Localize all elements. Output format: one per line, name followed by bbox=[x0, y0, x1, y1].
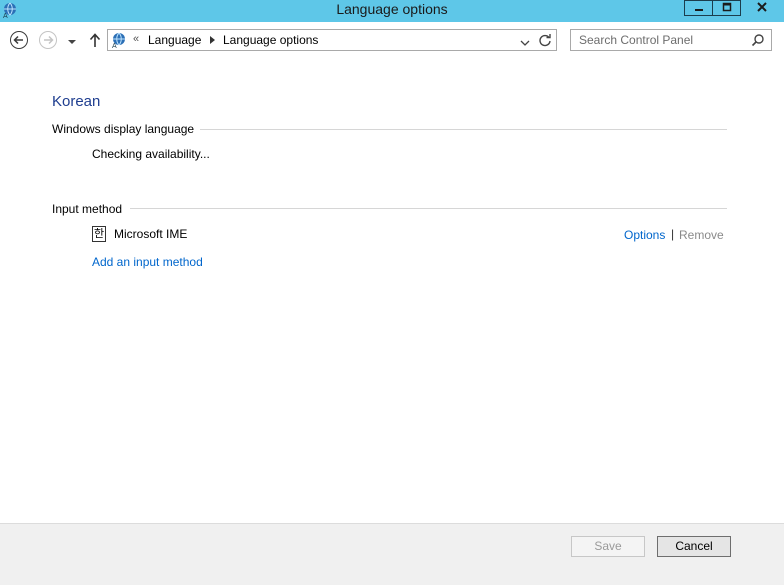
minimize-icon bbox=[694, 1, 704, 15]
close-icon bbox=[756, 1, 768, 16]
forward-arrow-icon bbox=[38, 30, 58, 53]
window-title: Language options bbox=[336, 1, 448, 17]
input-method-name: Microsoft IME bbox=[114, 227, 188, 241]
back-button[interactable] bbox=[9, 30, 29, 53]
up-button[interactable] bbox=[87, 32, 103, 50]
navigation-bar: A « Language Language options Search Con… bbox=[0, 26, 784, 56]
breadcrumb-item-language-options[interactable]: Language options bbox=[223, 33, 318, 47]
korean-ime-icon: 한 bbox=[92, 226, 106, 242]
input-method-row: 한 Microsoft IME Options | Remove bbox=[92, 226, 728, 244]
breadcrumb-item-language[interactable]: Language bbox=[148, 33, 201, 47]
link-separator: | bbox=[671, 227, 675, 241]
breadcrumb-overflow[interactable]: « bbox=[133, 33, 139, 45]
availability-status: Checking availability... bbox=[92, 147, 210, 161]
add-input-method-link[interactable]: Add an input method bbox=[92, 255, 203, 269]
chevron-down-icon bbox=[519, 36, 531, 50]
search-placeholder: Search Control Panel bbox=[579, 33, 694, 47]
back-arrow-icon bbox=[9, 30, 29, 53]
minimize-button[interactable] bbox=[684, 0, 713, 16]
svg-text:A: A bbox=[112, 43, 117, 49]
maximize-button[interactable] bbox=[712, 0, 741, 16]
language-control-panel-icon: A bbox=[111, 31, 129, 50]
address-bar[interactable]: A « Language Language options bbox=[107, 29, 557, 51]
language-title: Korean bbox=[52, 93, 101, 110]
title-bar: A Language options bbox=[0, 0, 784, 22]
input-method-heading: Input method bbox=[52, 202, 129, 216]
forward-button[interactable] bbox=[38, 30, 58, 53]
search-input[interactable]: Search Control Panel bbox=[570, 29, 772, 51]
save-button[interactable]: Save bbox=[571, 536, 645, 557]
chevron-down-icon bbox=[67, 34, 77, 48]
address-dropdown-button[interactable] bbox=[519, 36, 531, 46]
refresh-button[interactable] bbox=[538, 33, 552, 47]
section-divider bbox=[130, 208, 727, 209]
section-divider bbox=[200, 129, 727, 130]
recent-locations-button[interactable] bbox=[65, 35, 79, 47]
close-button[interactable] bbox=[740, 0, 784, 16]
search-icon[interactable] bbox=[751, 33, 765, 47]
cancel-button[interactable]: Cancel bbox=[657, 536, 731, 557]
remove-link[interactable]: Remove bbox=[679, 228, 724, 242]
refresh-icon bbox=[538, 34, 552, 50]
footer-bar: Save Cancel bbox=[0, 523, 784, 585]
display-language-heading: Windows display language bbox=[52, 122, 201, 136]
maximize-icon bbox=[722, 1, 732, 15]
options-link[interactable]: Options bbox=[624, 228, 665, 242]
breadcrumb-separator-icon[interactable] bbox=[210, 36, 215, 44]
up-arrow-icon bbox=[88, 32, 102, 51]
